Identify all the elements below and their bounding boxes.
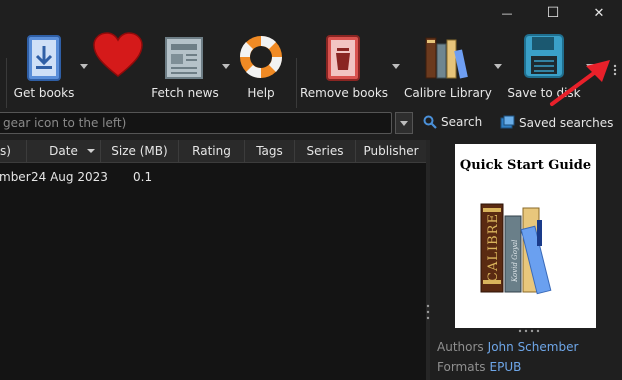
toolbar-separator — [6, 58, 7, 108]
search-icon — [423, 115, 437, 129]
cover-books-illustration: CALIBRE Kovid Goyal — [480, 203, 552, 295]
remove-books-button[interactable]: Remove books — [300, 26, 389, 110]
fetch-news-dropdown[interactable] — [222, 64, 230, 69]
authors-key: Authors — [437, 340, 484, 354]
column-header-date-label: Date — [49, 144, 78, 158]
sort-indicator-icon — [87, 149, 95, 153]
newspaper-icon — [165, 37, 203, 79]
cover-title: Quick Start Guide — [459, 158, 592, 173]
remove-books-dropdown[interactable] — [392, 64, 400, 69]
maximize-icon: ☐ — [546, 5, 560, 21]
cell-size: 0.1 — [133, 170, 153, 184]
search-button[interactable]: Search — [423, 115, 482, 129]
download-book-icon — [27, 35, 61, 81]
library-books-icon — [425, 37, 468, 79]
toolbar-separator — [296, 58, 297, 108]
chevron-down-icon — [400, 121, 408, 126]
cover-resize-handle-icon — [518, 329, 540, 333]
donate-button[interactable] — [90, 26, 146, 110]
formats-key: Formats — [437, 360, 486, 374]
authors-link[interactable]: John Schember — [488, 340, 579, 354]
book-details-panel: Quick Start Guide CALIBRE Kovid Goyal Au… — [430, 138, 622, 380]
search-input[interactable] — [0, 112, 392, 134]
get-books-label: Get books — [13, 86, 75, 100]
fetch-news-button[interactable]: Fetch news — [150, 26, 220, 110]
column-header-rating[interactable]: Rating — [179, 140, 245, 162]
get-books-dropdown[interactable] — [80, 64, 88, 69]
book-list-table[interactable]: s) Date Size (MB) Rating Tags Series Pub… — [0, 140, 426, 380]
authors-row: Authors John Schember — [437, 340, 578, 354]
help-label: Help — [247, 86, 275, 100]
table-header: s) Date Size (MB) Rating Tags Series Pub… — [0, 140, 426, 163]
fetch-news-label: Fetch news — [151, 86, 219, 100]
calibre-library-label: Calibre Library — [404, 86, 492, 100]
cover-spine-text: CALIBRE — [486, 213, 501, 282]
annotation-arrow-icon — [550, 60, 610, 106]
help-button[interactable]: Help — [232, 26, 290, 110]
heart-icon — [93, 32, 143, 77]
column-header-publisher[interactable]: Publisher — [356, 140, 426, 162]
get-books-button[interactable]: Get books — [10, 26, 78, 110]
trash-book-icon — [326, 35, 360, 81]
cell-date: 24 Aug 2023 — [31, 170, 108, 184]
column-header-date[interactable]: Date — [27, 140, 101, 162]
calibre-library-dropdown[interactable] — [494, 64, 502, 69]
saved-searches-button[interactable]: Saved searches — [500, 115, 613, 130]
minimize-icon: — — [501, 6, 513, 20]
title-bar: — ☐ ✕ — [0, 0, 622, 26]
maximize-button[interactable]: ☐ — [530, 0, 576, 26]
remove-books-label: Remove books — [300, 86, 389, 100]
column-header-series[interactable]: Series — [295, 140, 356, 162]
saved-searches-icon — [500, 115, 515, 129]
search-bar: Search Saved searches — [0, 112, 622, 138]
minimize-button[interactable]: — — [484, 0, 530, 26]
search-button-label: Search — [441, 115, 483, 129]
lifebuoy-icon — [239, 35, 283, 79]
close-icon: ✕ — [593, 5, 605, 21]
close-button[interactable]: ✕ — [576, 0, 622, 26]
column-header-size[interactable]: Size (MB) — [101, 140, 179, 162]
calibre-library-button[interactable]: Calibre Library — [404, 26, 492, 110]
book-cover[interactable]: Quick Start Guide CALIBRE Kovid Goyal — [455, 144, 596, 328]
cell-author: mber — [0, 170, 31, 184]
main-toolbar: Get books Fetch news Help Remove books C… — [0, 26, 622, 110]
saved-searches-label: Saved searches — [519, 115, 614, 130]
formats-row: Formats EPUB — [437, 360, 521, 374]
column-header-authors[interactable]: s) — [0, 140, 27, 162]
search-history-dropdown[interactable] — [395, 112, 413, 134]
cover-author-text: Kovid Goyal — [511, 240, 519, 283]
column-header-tags[interactable]: Tags — [245, 140, 295, 162]
formats-link[interactable]: EPUB — [490, 360, 522, 374]
